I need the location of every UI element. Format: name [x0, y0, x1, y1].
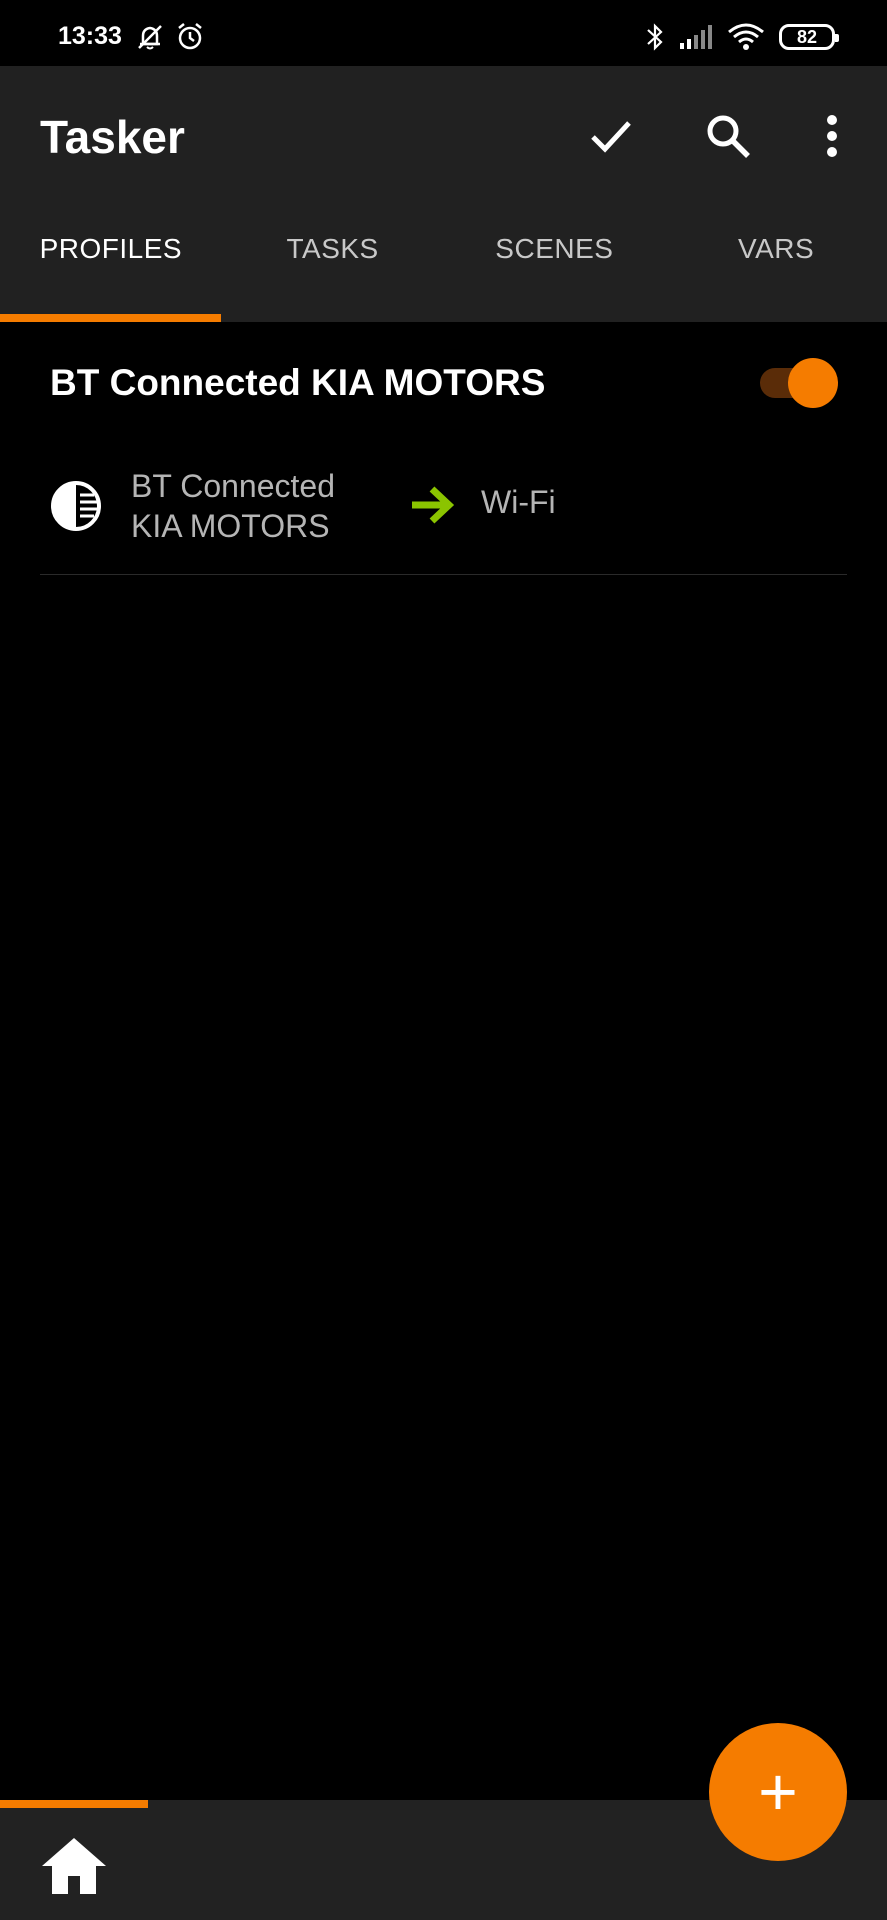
profile-header[interactable]: BT Connected KIA MOTORS [0, 322, 887, 442]
search-button[interactable] [698, 106, 758, 166]
check-button[interactable] [581, 106, 641, 166]
app-title: Tasker [40, 111, 185, 163]
status-bar: 13:33 82 [0, 0, 887, 66]
task-label[interactable]: Wi-Fi [481, 484, 556, 521]
toggle-thumb [788, 358, 838, 408]
add-profile-button[interactable]: + [709, 1723, 847, 1861]
bottom-indicator [0, 1800, 148, 1808]
status-time: 13:33 [58, 22, 122, 50]
tab-vars[interactable]: VARS [665, 206, 887, 322]
check-icon [591, 121, 631, 153]
bluetooth-icon [645, 22, 665, 52]
tab-scenes[interactable]: SCENES [444, 206, 666, 322]
status-right-icons: 82 [645, 22, 839, 52]
home-icon[interactable] [40, 1836, 108, 1896]
profile-context-row[interactable]: BT Connected KIA MOTORS Wi-Fi [40, 450, 847, 575]
context-label-line2: KIA MOTORS [131, 508, 330, 544]
profile-toggle[interactable] [760, 358, 840, 408]
more-vert-icon [827, 115, 837, 157]
context-label-line1: BT Connected [131, 468, 335, 504]
signal-icon [679, 24, 713, 50]
alarm-clock-icon [175, 22, 205, 52]
status-left-icons [135, 22, 205, 52]
profile-name: BT Connected KIA MOTORS [50, 362, 546, 403]
screen: 13:33 82 Tasker PROFILES TASKS SCENES VA… [0, 0, 887, 1920]
tab-profiles[interactable]: PROFILES [0, 206, 222, 322]
plus-icon: + [758, 1754, 798, 1830]
tab-bar: PROFILES TASKS SCENES VARS [0, 206, 887, 322]
context-state-icon [51, 481, 101, 531]
muted-bell-icon [135, 22, 165, 52]
arrow-right-icon [412, 486, 455, 524]
tab-indicator [0, 314, 221, 322]
battery-icon: 82 [779, 24, 839, 50]
search-icon [707, 115, 750, 158]
more-options-button[interactable] [802, 106, 862, 166]
tab-tasks[interactable]: TASKS [222, 206, 444, 322]
context-label[interactable]: BT Connected KIA MOTORS [131, 466, 391, 546]
app-bar: Tasker [0, 66, 887, 206]
wifi-icon [727, 22, 765, 52]
